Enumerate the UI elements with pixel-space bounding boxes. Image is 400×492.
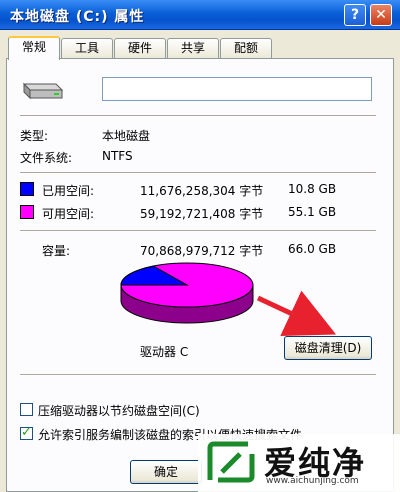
title-bar[interactable]: 本地磁盘 (C:) 属性 ? ✕	[0, 0, 400, 30]
used-space-bytes: 11,676,258,304 字节	[140, 184, 264, 198]
free-space-bytes: 59,192,721,408 字节	[140, 207, 264, 221]
ok-button[interactable]: 确定	[130, 460, 202, 484]
used-space-swatch	[20, 182, 34, 196]
disk-cleanup-button[interactable]: 磁盘清理(D)	[284, 336, 372, 360]
divider	[20, 115, 376, 117]
properties-dialog: 本地磁盘 (C:) 属性 ? ✕ 常规 工具 硬件 共享 配额 类型: 本地磁盘…	[0, 0, 400, 492]
watermark: 爱纯净 www.aichunjing.com	[198, 434, 400, 492]
index-checkbox[interactable]	[20, 425, 33, 440]
used-space-size: 10.8 GB	[288, 182, 337, 196]
used-space-label: 已用空间:	[42, 184, 95, 198]
capacity-size: 66.0 GB	[288, 242, 337, 256]
free-space-label: 可用空间:	[42, 207, 95, 221]
tab-quota[interactable]: 配额	[220, 38, 272, 58]
brand-logo-icon	[207, 441, 255, 483]
capacity-label: 容量:	[42, 244, 71, 258]
tab-general[interactable]: 常规	[8, 36, 60, 60]
compress-checkbox[interactable]	[20, 403, 33, 416]
volume-label-input[interactable]	[102, 77, 372, 101]
divider	[20, 230, 376, 232]
capacity-bytes: 70,868,979,712 字节	[140, 244, 264, 258]
close-button[interactable]: ✕	[370, 4, 392, 26]
help-button[interactable]: ?	[344, 4, 366, 26]
filesystem-value: NTFS	[102, 149, 133, 163]
compress-label[interactable]: 压缩驱动器以节约磁盘空间(C)	[38, 402, 200, 419]
divider	[20, 172, 376, 174]
tab-hardware[interactable]: 硬件	[114, 38, 166, 58]
window-title: 本地磁盘 (C:) 属性	[10, 9, 145, 25]
hard-drive-icon	[22, 82, 64, 100]
free-space-size: 55.1 GB	[288, 205, 337, 219]
watermark-url: www.aichunjing.com	[266, 476, 359, 486]
drive-label: 驱动器 C	[140, 345, 189, 359]
divider	[20, 374, 376, 376]
tab-tools[interactable]: 工具	[61, 38, 113, 58]
tab-sharing[interactable]: 共享	[167, 38, 219, 58]
filesystem-label: 文件系统:	[20, 151, 73, 165]
free-space-swatch	[20, 205, 34, 219]
tab-strip: 常规 工具 硬件 共享 配额	[6, 36, 394, 60]
type-value: 本地磁盘	[102, 129, 151, 143]
type-label: 类型:	[20, 129, 49, 143]
